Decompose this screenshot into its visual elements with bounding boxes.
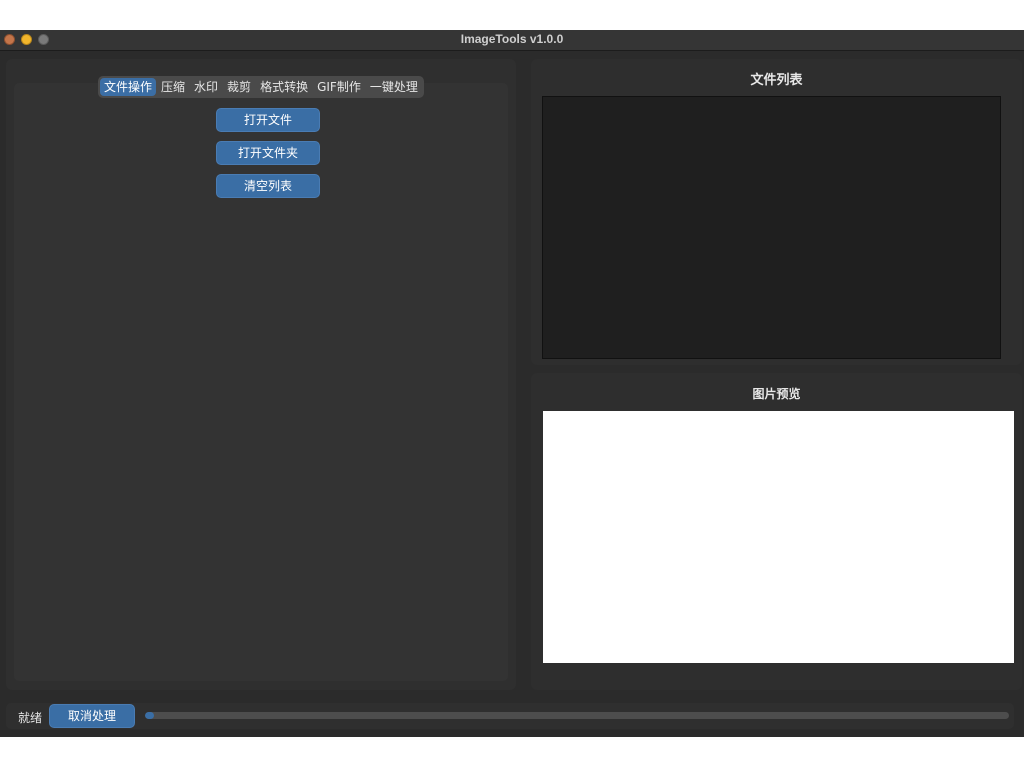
open-file-button[interactable]: 打开文件 [216, 108, 320, 132]
window-title: ImageTools v1.0.0 [460, 32, 564, 46]
tab-compress[interactable]: 压缩 [157, 78, 189, 96]
tab-one-click[interactable]: 一键处理 [366, 78, 422, 96]
tab-format-convert[interactable]: 格式转换 [256, 78, 312, 96]
file-list-heading: 文件列表 [750, 73, 803, 88]
app-window: ImageTools v1.0.0 打开文件 打开文件夹 清空列表 文件操作 压… [0, 30, 1024, 737]
status-text: 就绪 [18, 711, 43, 725]
file-list-panel: 文件列表 [531, 59, 1022, 365]
title-bar: ImageTools v1.0.0 [0, 30, 1024, 51]
tab-crop[interactable]: 裁剪 [223, 78, 255, 96]
open-folder-button[interactable]: 打开文件夹 [216, 141, 320, 165]
tab-bar: 文件操作 压缩 水印 裁剪 格式转换 GIF制作 一键处理 [98, 76, 424, 98]
progress-fill [145, 712, 154, 719]
tab-watermark[interactable]: 水印 [190, 78, 222, 96]
status-bar: 就绪 取消处理 [6, 703, 1014, 729]
left-panel: 打开文件 打开文件夹 清空列表 文件操作 压缩 水印 裁剪 格式转换 GIF制作… [6, 59, 516, 690]
tab-gif-maker[interactable]: GIF制作 [313, 78, 365, 96]
file-list[interactable] [542, 96, 1001, 359]
tab-content-area: 打开文件 打开文件夹 清空列表 [14, 83, 508, 681]
progress-bar [145, 712, 1009, 719]
cancel-processing-button[interactable]: 取消处理 [49, 704, 135, 728]
preview-heading: 图片预览 [752, 387, 801, 401]
clear-list-button[interactable]: 清空列表 [216, 174, 320, 198]
image-preview [543, 411, 1014, 663]
preview-panel: 图片预览 [531, 373, 1022, 690]
tab-file-ops[interactable]: 文件操作 [100, 78, 157, 96]
